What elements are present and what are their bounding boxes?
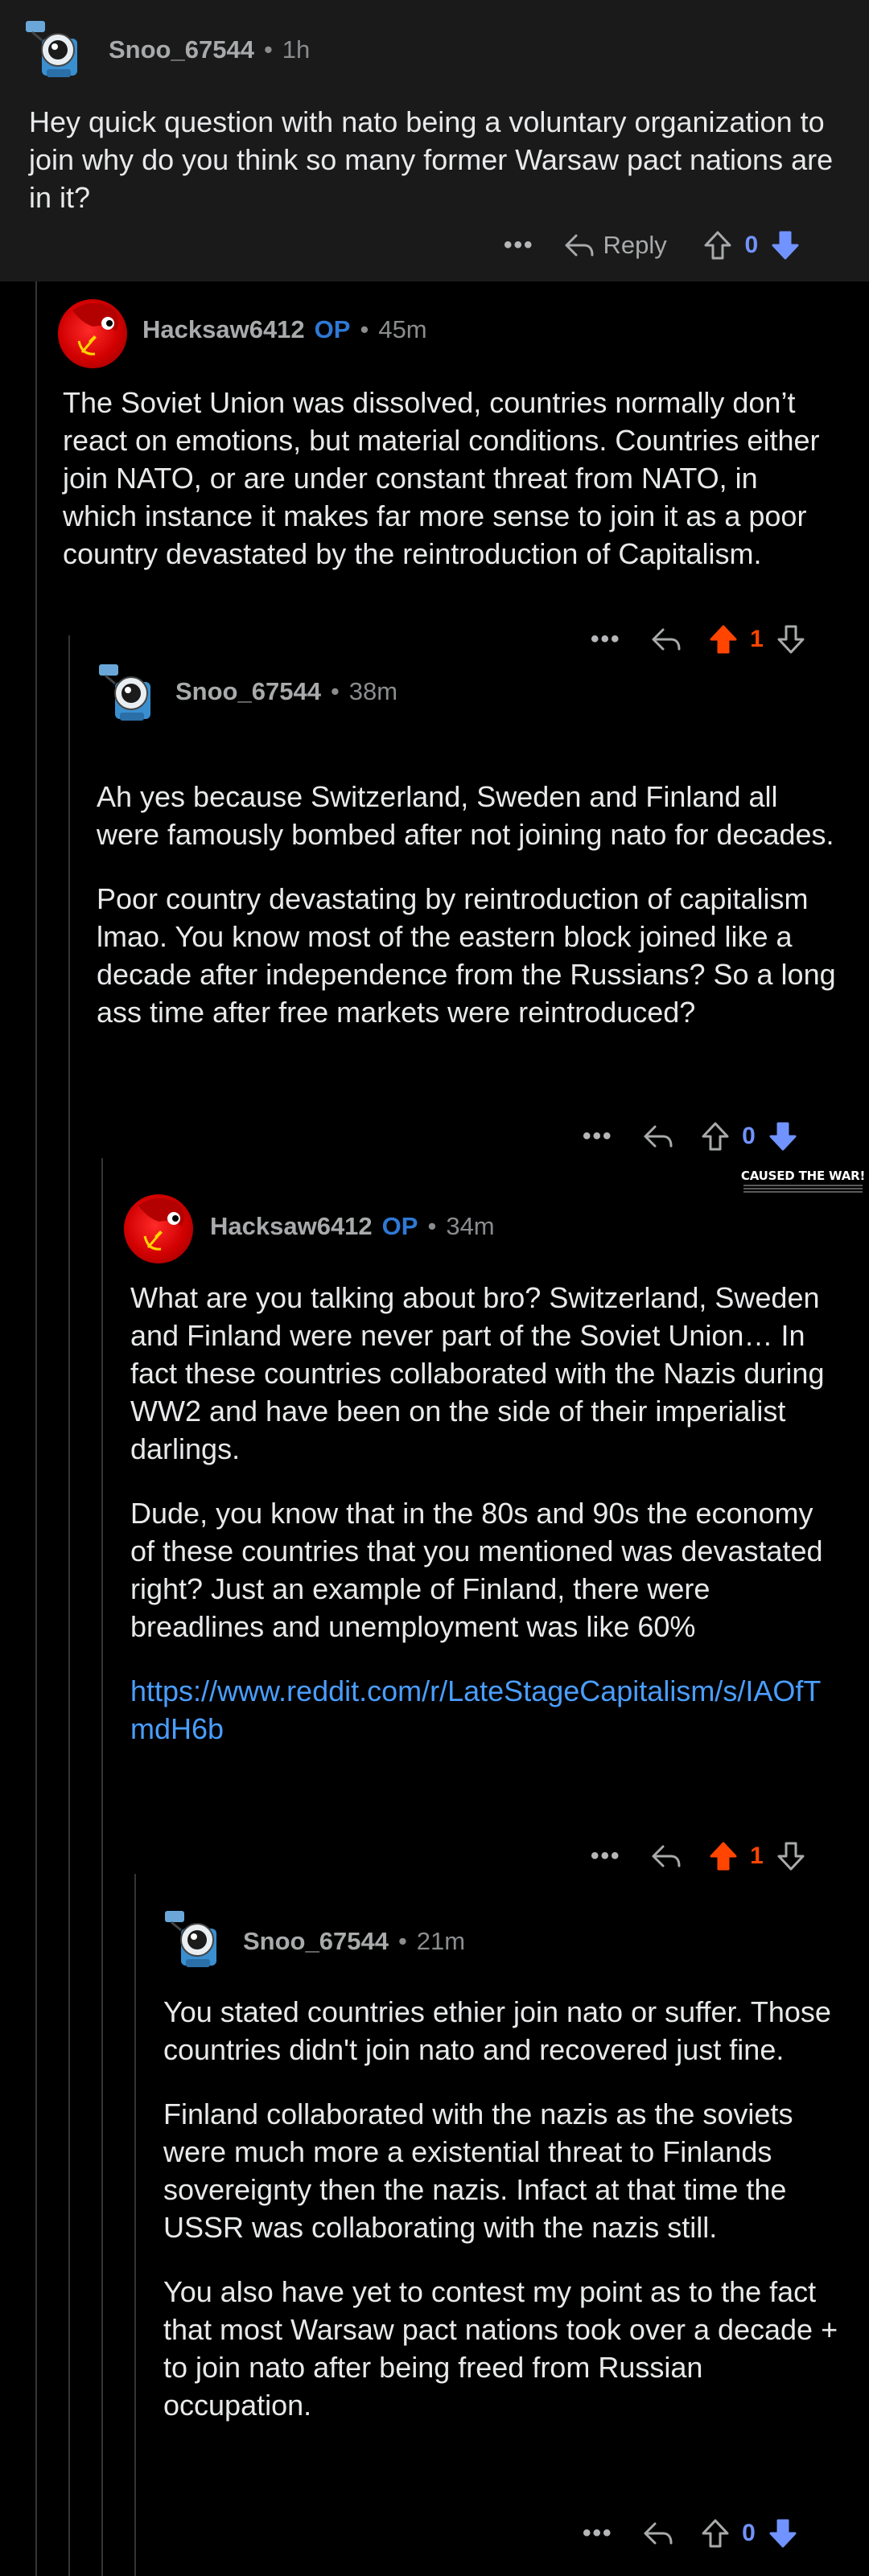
reply-icon <box>644 2522 673 2545</box>
comment-paragraph: You also have yet to contest my point as… <box>163 2275 838 2422</box>
robot-avatar-icon <box>26 21 77 77</box>
op-badge: OP <box>314 315 351 343</box>
comment-meta: Snoo_67544 • 21m <box>243 1927 465 1956</box>
comment-link-paragraph: https://www.reddit.com/r/LateStageCapita… <box>130 1672 838 1748</box>
comment-paragraph: Finland collaborated with the nazis as t… <box>163 2097 793 2244</box>
timestamp: 34m <box>446 1212 495 1240</box>
username[interactable]: Hacksaw6412 <box>210 1212 373 1241</box>
comment-5: Snoo_67544 • 21m You stated countries et… <box>0 1874 869 2576</box>
comment-paragraph: The Soviet Union was dissolved, countrie… <box>63 386 820 570</box>
vote-controls: 1 <box>708 1840 806 1872</box>
robot-avatar-icon <box>99 664 150 721</box>
timestamp: 38m <box>348 677 398 705</box>
hammer-sickle-avatar-icon <box>72 302 118 355</box>
comment-meta: Snoo_67544 • 38m <box>175 677 397 706</box>
reply-icon <box>565 234 594 257</box>
comment-paragraph: Hey quick question with nato being a vol… <box>29 105 834 214</box>
vote-score: 0 <box>744 232 759 258</box>
comment-actions: ••• 0 <box>583 1116 798 1157</box>
comment-meta: Snoo_67544 • 1h <box>109 35 310 64</box>
reply-button[interactable] <box>650 1842 690 1871</box>
vote-score: 0 <box>742 1123 756 1149</box>
comment-paragraph: You stated countries ethier join nato or… <box>163 1995 831 2066</box>
comment-1: Snoo_67544 • 1h Hey quick question with … <box>0 0 869 281</box>
comment-paragraph: Ah yes because Switzerland, Sweden and F… <box>97 780 834 851</box>
comment-3: Snoo_67544 • 38m Ah yes because Switzerl… <box>0 635 869 1158</box>
comment-meta: Hacksaw6412 OP • 34m <box>210 1212 495 1241</box>
upvote-icon[interactable] <box>708 1840 739 1872</box>
downvote-icon[interactable] <box>768 1120 798 1152</box>
user-avatar[interactable] <box>18 16 87 85</box>
timestamp: 21m <box>416 1927 466 1955</box>
vote-controls: 0 <box>700 2517 798 2549</box>
downvote-icon[interactable] <box>776 1840 806 1872</box>
reply-button[interactable]: Reply <box>563 231 667 260</box>
user-avatar[interactable] <box>91 659 160 729</box>
comment-2: Hacksaw6412 OP • 45m The Soviet Union wa… <box>0 281 869 654</box>
reply-icon <box>644 1125 673 1148</box>
downvote-icon[interactable] <box>770 229 801 261</box>
upvote-icon[interactable] <box>700 2517 731 2549</box>
vote-score: 1 <box>750 1843 764 1869</box>
comment-actions: ••• 1 <box>591 1836 806 1876</box>
meta-separator: • <box>427 1212 437 1240</box>
user-avatar[interactable] <box>124 1194 193 1263</box>
upvote-icon[interactable] <box>702 229 733 261</box>
more-options-button[interactable]: ••• <box>591 1843 621 1870</box>
robot-avatar-icon <box>165 1911 216 1967</box>
downvote-icon[interactable] <box>768 2517 798 2549</box>
comment-link[interactable]: https://www.reddit.com/r/LateStageCapita… <box>130 1674 821 1745</box>
comment-meta: Hacksaw6412 OP • 45m <box>142 315 427 344</box>
username[interactable]: Hacksaw6412 <box>142 315 305 344</box>
reply-button[interactable] <box>642 2519 682 2548</box>
vote-controls: 0 <box>700 1120 798 1152</box>
meta-separator: • <box>360 315 369 343</box>
upvote-icon[interactable] <box>700 1120 731 1152</box>
comment-actions: ••• 0 <box>583 2513 798 2553</box>
comment-actions: ••• Reply 0 <box>504 225 801 265</box>
reply-icon <box>652 1845 681 1867</box>
vote-score: 0 <box>742 2520 756 2546</box>
user-avatar[interactable] <box>58 299 127 368</box>
op-badge: OP <box>381 1212 418 1240</box>
comment-body: The Soviet Union was dissolved, countrie… <box>63 384 835 573</box>
comment-paragraph: Poor country devastating by reintroducti… <box>97 882 836 1029</box>
comment-body: You stated countries ethier join nato or… <box>163 1993 839 2424</box>
meta-separator: • <box>397 1927 407 1955</box>
user-avatar[interactable] <box>157 1906 226 1975</box>
more-options-button[interactable]: ••• <box>583 2520 613 2547</box>
username[interactable]: Snoo_67544 <box>243 1927 389 1956</box>
more-options-button[interactable]: ••• <box>583 1123 613 1150</box>
comment-paragraph: Dude, you know that in the 80s and 90s t… <box>130 1497 823 1643</box>
hammer-sickle-avatar-icon <box>138 1198 184 1251</box>
reply-button[interactable] <box>642 1122 682 1151</box>
meta-separator: • <box>330 677 340 705</box>
comment-body: What are you talking about bro? Switzerl… <box>130 1279 838 1748</box>
timestamp: 45m <box>378 315 427 343</box>
username[interactable]: Snoo_67544 <box>109 35 254 64</box>
comment-paragraph: What are you talking about bro? Switzerl… <box>130 1281 825 1465</box>
meta-separator: • <box>263 35 273 64</box>
comment-body: Hey quick question with nato being a vol… <box>29 103 834 216</box>
reply-label: Reply <box>603 231 667 259</box>
vote-controls: 0 <box>702 229 801 261</box>
username[interactable]: Snoo_67544 <box>175 677 321 706</box>
timestamp: 1h <box>282 35 311 64</box>
comment-4: Hacksaw6412 OP • 34m What are you talkin… <box>0 1158 869 1874</box>
comment-body: Ah yes because Switzerland, Sweden and F… <box>97 778 837 1031</box>
more-options-button[interactable]: ••• <box>504 232 534 259</box>
